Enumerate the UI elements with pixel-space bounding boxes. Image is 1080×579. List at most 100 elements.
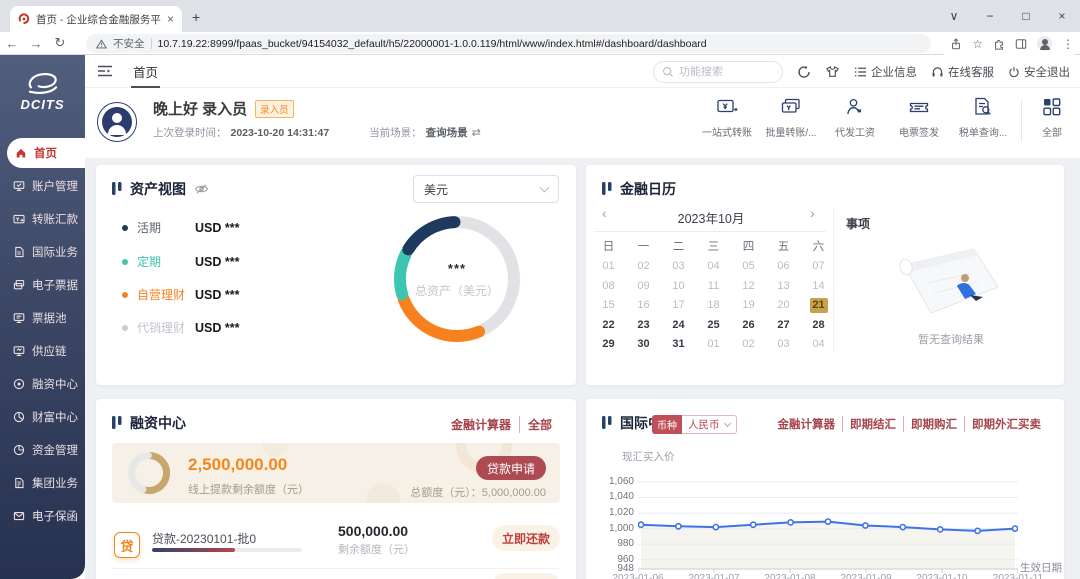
calendar-day[interactable]: 04	[696, 259, 731, 279]
currency-select[interactable]: 美元	[413, 175, 559, 203]
bookmark-star-icon[interactable]: ☆	[972, 37, 983, 51]
financial-calculator-link[interactable]: 金融计算器	[443, 416, 519, 433]
calendar-day[interactable]: 05	[731, 259, 766, 279]
tab-close-icon[interactable]: ×	[167, 13, 174, 25]
online-service-link[interactable]: 在线客服	[931, 64, 994, 80]
calendar-day[interactable]: 29	[591, 337, 626, 357]
calendar-day[interactable]: 24	[661, 318, 696, 338]
window-minimize-icon[interactable]: −	[972, 0, 1008, 32]
eye-off-icon[interactable]	[194, 183, 209, 195]
address-bar[interactable]: 不安全 10.7.19.22:8999/fpaas_bucket/9415403…	[86, 34, 931, 53]
calendar-day[interactable]: 15	[591, 298, 626, 318]
calendar-day[interactable]: 13	[766, 279, 801, 299]
sidebar-item-international[interactable]: 国际业务	[0, 237, 85, 267]
calendar-day[interactable]: 31	[661, 337, 696, 357]
calendar-day[interactable]: 10	[661, 279, 696, 299]
quick-action-batch-transfer[interactable]: 批量转账/...	[759, 96, 823, 139]
sidebar-item-accounts[interactable]: 账户管理	[0, 171, 85, 201]
calendar-day[interactable]: 01	[696, 337, 731, 357]
side-panel-icon[interactable]	[1015, 38, 1027, 50]
sidebar-item-funds[interactable]: 资金管理	[0, 435, 85, 465]
calendar-day[interactable]: 08	[591, 279, 626, 299]
sidebar-item-group[interactable]: 集团业务	[0, 468, 85, 498]
sidebar-item-financing[interactable]: 融资中心	[0, 369, 85, 399]
spot-purchase-link[interactable]: 即期购汇	[903, 416, 964, 432]
calendar-day[interactable]: 23	[626, 318, 661, 338]
all-apps-icon	[1041, 96, 1063, 118]
calendar-day[interactable]: 22	[591, 318, 626, 338]
calendar-day[interactable]: 06	[766, 259, 801, 279]
back-icon[interactable]: ←	[0, 36, 24, 51]
sidebar-item-transfer[interactable]: 转账汇款	[0, 204, 85, 234]
calendar-next-icon[interactable]: ›	[810, 205, 815, 221]
calendar-day[interactable]: 09	[626, 279, 661, 299]
enterprise-info-link[interactable]: 企业信息	[854, 64, 917, 80]
window-maximize-icon[interactable]: □	[1008, 0, 1044, 32]
refresh-icon[interactable]	[797, 65, 811, 79]
tab-home[interactable]: 首页	[127, 55, 164, 88]
funds-pie-icon	[13, 444, 25, 456]
loan-apply-button[interactable]: 贷款申请	[476, 456, 546, 480]
calendar-day[interactable]: 28	[801, 318, 836, 338]
calendar-day[interactable]: 20	[766, 298, 801, 318]
sidebar-item-label: 账户管理	[32, 178, 78, 194]
calendar-day[interactable]: 16	[626, 298, 661, 318]
sidebar-item-supplychain[interactable]: 供应链	[0, 336, 85, 366]
sidebar-item-ebill[interactable]: 电子票据	[0, 270, 85, 300]
function-search[interactable]	[653, 61, 783, 83]
quick-action-edraft-issue[interactable]: 电票签发	[887, 96, 951, 139]
calendar-day[interactable]: 04	[801, 337, 836, 357]
quick-action-all[interactable]: 全部	[1030, 96, 1074, 139]
calendar-day[interactable]: 19	[731, 298, 766, 318]
financial-calculator-link[interactable]: 金融计算器	[771, 416, 843, 432]
profile-avatar-icon[interactable]	[1037, 36, 1052, 51]
x-axis-tick: 2023-01-07	[682, 573, 746, 579]
sidebar-item-wealth[interactable]: 财富中心	[0, 402, 85, 432]
calendar-day[interactable]: 25	[696, 318, 731, 338]
extension-puzzle-icon[interactable]	[993, 38, 1005, 50]
sidebar-item-guarantee[interactable]: 电子保函	[0, 501, 85, 531]
calendar-day[interactable]: 02	[731, 337, 766, 357]
calendar-day[interactable]: 26	[731, 318, 766, 338]
new-tab-button[interactable]: +	[192, 9, 200, 25]
currency-type-select[interactable]: 币种 人民币	[652, 415, 737, 434]
quick-action-tax-query[interactable]: 税单查询...	[951, 96, 1015, 139]
sidebar-item-label: 转账汇款	[32, 211, 78, 227]
calendar-day[interactable]: 07	[801, 259, 836, 279]
calendar-day[interactable]: 01	[591, 259, 626, 279]
menu-collapse-icon[interactable]	[97, 64, 113, 78]
calendar-day[interactable]: 03	[661, 259, 696, 279]
sidebar-item-billpool[interactable]: 票据池	[0, 303, 85, 333]
calendar-day[interactable]: 11	[696, 279, 731, 299]
calendar-day[interactable]: 30	[626, 337, 661, 357]
calendar-day[interactable]: 27	[766, 318, 801, 338]
calendar-day[interactable]: 17	[661, 298, 696, 318]
theme-skin-icon[interactable]	[825, 65, 840, 79]
safe-exit-label: 安全退出	[1024, 64, 1070, 80]
forward-icon[interactable]: →	[24, 36, 48, 51]
calendar-prev-icon[interactable]: ‹	[602, 205, 607, 221]
calendar-day[interactable]: 18	[696, 298, 731, 318]
calendar-day[interactable]: 12	[731, 279, 766, 299]
browser-tab[interactable]: 首页 - 企业综合金融服务平台 ×	[10, 6, 182, 32]
spot-settlement-link[interactable]: 即期结汇	[842, 416, 903, 432]
calendar-day[interactable]: 14	[801, 279, 836, 299]
calendar-day[interactable]: 03	[766, 337, 801, 357]
share-icon[interactable]	[950, 38, 962, 50]
window-menu-icon[interactable]: ∨	[936, 0, 972, 32]
scene-switch-icon[interactable]: ⇄	[472, 126, 481, 139]
repay-now-button[interactable]: 立即还款	[492, 525, 560, 551]
search-input[interactable]	[679, 66, 769, 78]
spot-fx-trade-link[interactable]: 即期外汇买卖	[964, 416, 1048, 432]
calendar-day-selected[interactable]: 21	[801, 298, 836, 318]
calendar-day[interactable]: 02	[626, 259, 661, 279]
next-row-button-clipped[interactable]	[492, 573, 560, 579]
quick-action-one-stop-transfer[interactable]: 一站式转账	[695, 96, 759, 139]
kebab-menu-icon[interactable]: ⋮	[1062, 37, 1074, 51]
sidebar-item-home[interactable]: 首页	[7, 138, 85, 168]
window-close-icon[interactable]: ×	[1044, 0, 1080, 32]
all-link[interactable]: 全部	[519, 416, 560, 433]
reload-icon[interactable]: ↻	[48, 35, 72, 51]
safe-exit-link[interactable]: 安全退出	[1008, 64, 1070, 80]
quick-action-payroll[interactable]: 代发工资	[823, 96, 887, 139]
